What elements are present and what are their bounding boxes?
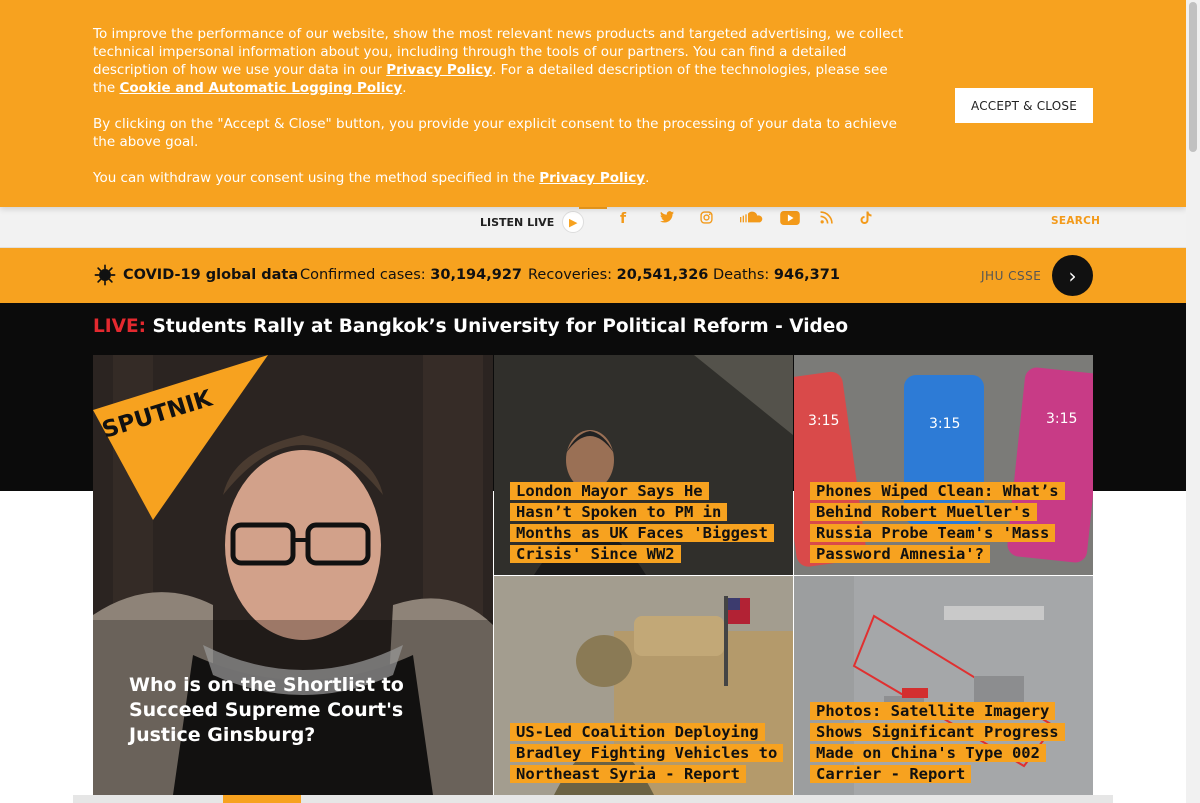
covid-source: JHU CSSE [981, 269, 1042, 283]
tiktok-icon[interactable] [860, 211, 900, 229]
play-icon: ▶ [562, 211, 585, 233]
main-article-headline: Who is on the Shortlist to Succeed Supre… [129, 674, 404, 746]
privacy-policy-link[interactable]: Privacy Policy [386, 62, 492, 78]
article-headline: US-Led Coalition Deploying Bradley Fight… [510, 722, 784, 785]
covid-arrow-button[interactable]: › [1052, 255, 1093, 296]
cookie-text: To improve the performance of our websit… [93, 25, 913, 205]
recoveries: Recoveries: 20,541,326 [528, 267, 709, 283]
live-tag: LIVE: [93, 316, 147, 337]
cookie-paragraph-1: To improve the performance of our websit… [93, 26, 904, 96]
scrollbar[interactable] [1186, 0, 1200, 803]
svg-text:3:15: 3:15 [808, 413, 839, 429]
search-link[interactable]: SEARCH [1051, 215, 1100, 227]
article-headline: London Mayor Says He Hasn’t Spoken to PM… [510, 481, 774, 565]
social-links: f [620, 211, 900, 229]
svg-text:3:15: 3:15 [1046, 411, 1077, 427]
virus-icon [94, 264, 116, 286]
live-title: Students Rally at Bangkok’s University f… [152, 316, 849, 337]
listen-live-button[interactable]: LISTEN LIVE ▶ [480, 211, 585, 233]
cookie-paragraph-2: By clicking on the "Accept & Close" butt… [93, 116, 897, 150]
chevron-right-icon: › [1068, 263, 1077, 288]
deaths-value: 946,371 [773, 267, 840, 283]
rss-icon[interactable] [820, 211, 860, 229]
cookie-paragraph-3: You can withdraw your consent using the … [93, 170, 650, 186]
main-article-tile[interactable]: SPUTNIK Who is on the Shortlist to Succe… [93, 355, 493, 795]
confirmed-value: 30,194,927 [430, 267, 523, 283]
accept-close-button[interactable]: ACCEPT & CLOSE [955, 88, 1093, 123]
scrollbar-thumb[interactable] [1189, 2, 1197, 152]
header-tab-marker [579, 207, 607, 209]
covid-bar: COVID-19 global data Confirmed cases: 30… [0, 248, 1186, 303]
deaths: Deaths: 946,371 [713, 267, 840, 283]
covid-title: COVID-19 global data [123, 267, 299, 283]
article-tile-phones-wiped[interactable]: 3:15 3:15 3:15 Phones Wiped Clean: What’… [794, 355, 1093, 575]
svg-text:3:15: 3:15 [929, 416, 960, 432]
article-tile-london-mayor[interactable]: London Mayor Says He Hasn’t Spoken to PM… [494, 355, 793, 575]
cookie-policy-link[interactable]: Cookie and Automatic Logging Policy [119, 80, 402, 96]
cookie-banner: To improve the performance of our websit… [0, 0, 1186, 207]
youtube-icon[interactable] [780, 211, 820, 229]
facebook-icon[interactable]: f [620, 211, 660, 229]
twitter-icon[interactable] [660, 211, 700, 229]
listen-live-label: LISTEN LIVE [480, 215, 555, 229]
article-headline: Phones Wiped Clean: What’s Behind Robert… [810, 481, 1065, 565]
soundcloud-icon[interactable] [740, 211, 780, 229]
article-tile-bradley-vehicles[interactable]: US-Led Coalition Deploying Bradley Fight… [494, 576, 793, 795]
instagram-icon[interactable] [700, 211, 740, 229]
live-headline[interactable]: LIVE: Students Rally at Bangkok’s Univer… [93, 316, 848, 337]
article-headline: Photos: Satellite Imagery Shows Signific… [810, 701, 1065, 785]
article-tile-china-carrier[interactable]: Photos: Satellite Imagery Shows Signific… [794, 576, 1093, 795]
privacy-policy-link-2[interactable]: Privacy Policy [539, 170, 645, 186]
recoveries-value: 20,541,326 [616, 267, 709, 283]
confirmed-cases: Confirmed cases: 30,194,927 [300, 267, 523, 283]
bottom-tab-active[interactable] [223, 795, 301, 803]
sputnik-logo[interactable]: SPUTNIK [93, 355, 268, 520]
